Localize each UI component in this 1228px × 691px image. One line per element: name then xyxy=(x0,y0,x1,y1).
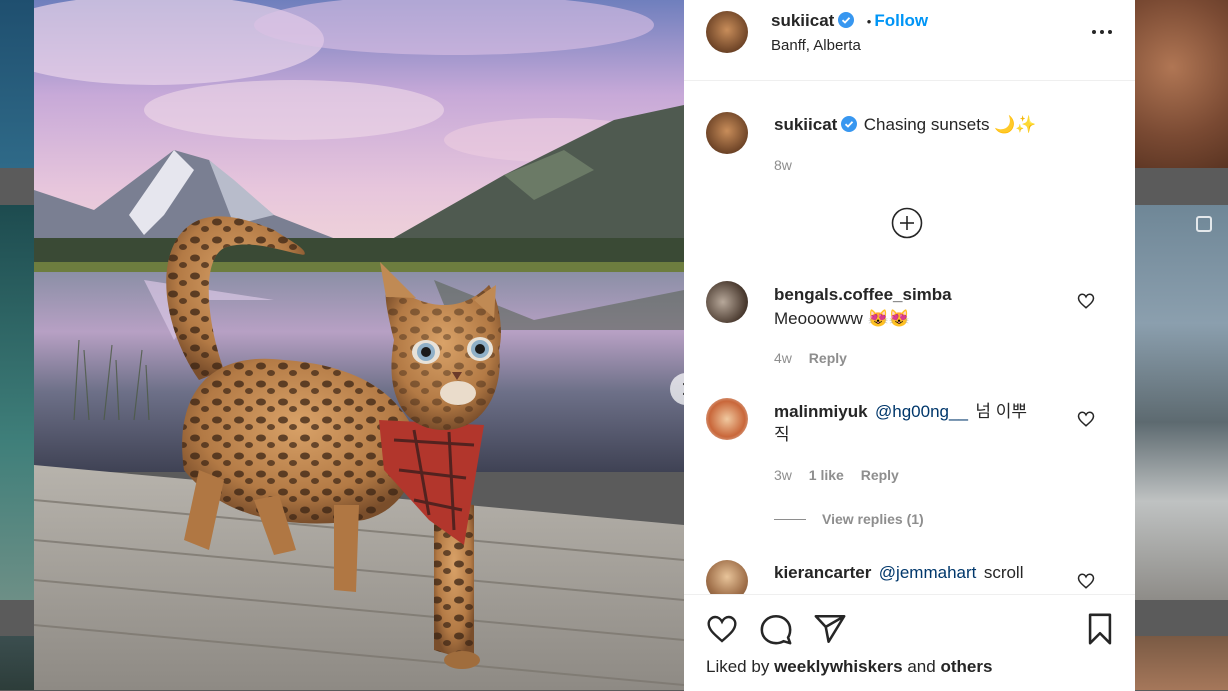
author-line: sukiicat • Follow xyxy=(771,11,928,31)
commenter-avatar[interactable] xyxy=(706,281,748,323)
share-icon[interactable] xyxy=(813,612,847,646)
author-username[interactable]: sukiicat xyxy=(771,11,834,30)
view-replies-label: View replies (1) xyxy=(822,511,924,527)
follow-button[interactable]: Follow xyxy=(874,11,928,30)
caption-line: sukiicat Chasing sunsets 🌙✨ xyxy=(774,115,1037,135)
plus-circle-icon xyxy=(891,207,923,239)
caption-username[interactable]: sukiicat xyxy=(774,115,837,134)
gallery-icon xyxy=(1196,216,1212,232)
comment-body: malinmiyuk @hg00ng__ 넘 이뿌 직 xyxy=(774,401,1074,447)
comment-meta: 4w Reply xyxy=(774,350,847,366)
caption-avatar[interactable] xyxy=(706,112,748,154)
comment-username[interactable]: kierancarter xyxy=(774,563,871,582)
post-location[interactable]: Banff, Alberta xyxy=(771,37,861,54)
background-post-left-top xyxy=(0,0,34,168)
liked-by-line: Liked by weeklywhiskers and others xyxy=(706,657,992,677)
comment-text: Meooowww 😻😻 xyxy=(774,309,910,328)
background-post-right-bottom xyxy=(1135,636,1228,690)
comment-mention[interactable]: @jemmahart xyxy=(879,563,977,582)
comments-section[interactable]: sukiicat Chasing sunsets 🌙✨ 8w bengals.c… xyxy=(684,81,1135,594)
caption-text: Chasing sunsets 🌙✨ xyxy=(863,115,1037,134)
like-comment-heart-icon[interactable] xyxy=(1077,292,1095,310)
reply-button[interactable]: Reply xyxy=(861,467,899,483)
post-actions-bar: Liked by weeklywhiskers and others xyxy=(684,594,1135,691)
background-post-right-top xyxy=(1135,0,1228,168)
comment-mention[interactable]: @hg00ng__ xyxy=(875,402,968,421)
background-post-left-bottom xyxy=(0,636,34,690)
heart-icon[interactable] xyxy=(705,613,739,645)
more-dot-2 xyxy=(1100,30,1104,34)
verified-badge-icon xyxy=(838,12,855,28)
bookmark-icon[interactable] xyxy=(1083,611,1117,647)
comment-username[interactable]: bengals.coffee_simba xyxy=(774,285,952,305)
header-separator: • xyxy=(866,14,872,29)
comment-age: 4w xyxy=(774,350,792,366)
more-dot-1 xyxy=(1092,30,1096,34)
comment-icon[interactable] xyxy=(759,612,793,646)
comment-text: scroll xyxy=(983,563,1024,582)
comment-like-count[interactable]: 1 like xyxy=(809,467,844,483)
more-dot-3 xyxy=(1108,30,1112,34)
more-options-button[interactable] xyxy=(1092,22,1116,42)
author-avatar[interactable] xyxy=(706,11,748,53)
replies-divider-line xyxy=(774,519,806,521)
load-more-comments-button[interactable] xyxy=(891,207,923,239)
comment-text-continued: 직 xyxy=(774,425,790,444)
liked-user[interactable]: weeklywhiskers xyxy=(774,657,903,676)
comment-username[interactable]: malinmiyuk xyxy=(774,402,868,421)
liked-and: and xyxy=(907,657,936,676)
background-post-right-middle xyxy=(1135,205,1228,600)
view-replies-button[interactable]: View replies (1) xyxy=(774,511,924,529)
like-comment-heart-icon[interactable] xyxy=(1077,410,1095,428)
post-detail-panel: sukiicat • Follow Banff, Alberta sukiicat… xyxy=(684,0,1135,691)
liked-prefix: Liked by xyxy=(706,657,770,676)
caption-age: 8w xyxy=(774,157,792,173)
post-header: sukiicat • Follow Banff, Alberta xyxy=(684,0,1135,81)
post-photo[interactable] xyxy=(34,0,684,690)
commenter-avatar[interactable] xyxy=(706,560,748,594)
background-post-left-middle xyxy=(0,205,34,600)
verified-badge-icon xyxy=(841,116,858,132)
reply-button[interactable]: Reply xyxy=(809,350,847,366)
comment-body: kierancarter @jemmahart scroll xyxy=(774,563,1023,583)
comment-age: 3w xyxy=(774,467,792,483)
like-comment-heart-icon[interactable] xyxy=(1077,572,1095,590)
comment-meta: 3w 1 like Reply xyxy=(774,467,899,483)
cat-on-dock-image xyxy=(34,0,684,690)
liked-others[interactable]: others xyxy=(940,657,992,676)
commenter-avatar[interactable] xyxy=(706,398,748,440)
comment-text: 넘 이뿌 xyxy=(975,402,1028,421)
